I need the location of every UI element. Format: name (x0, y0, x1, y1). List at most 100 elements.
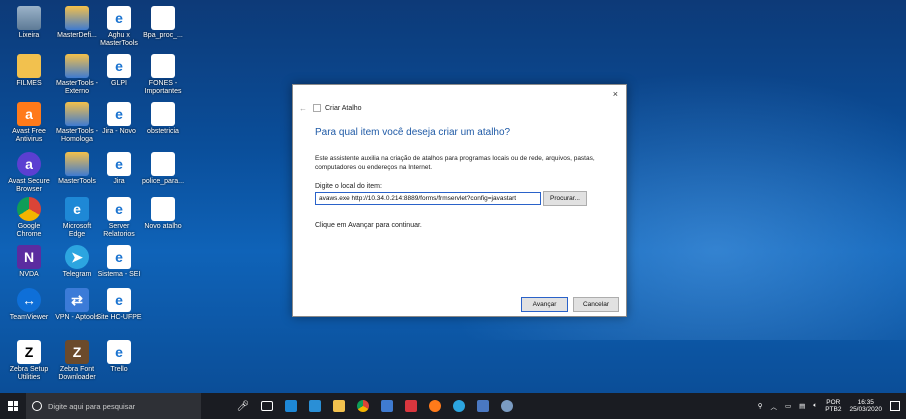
desktop-icon-label: Avast Secure Browser (8, 178, 50, 193)
desktop-icon-vpn[interactable]: ⇄ VPN - Aptools (54, 288, 100, 322)
desktop-icon-chrome[interactable]: Google Chrome (6, 197, 52, 239)
notification-icon[interactable] (890, 401, 900, 411)
desktop-icon-obstetricia[interactable]: obstetricia (140, 102, 186, 136)
desktop-icon-fones[interactable]: FONES - Importantes (140, 54, 186, 96)
desktop-icon-mastertools-homologa[interactable]: MasterTools - Homologa (54, 102, 100, 144)
desktop-icon-zebra-font[interactable]: Z Zebra Font Downloader (54, 340, 100, 382)
next-button[interactable]: Avançar (521, 297, 568, 312)
search-placeholder: Digite aqui para pesquisar (48, 401, 136, 411)
desktop-icon-trello[interactable]: e Trello (96, 340, 142, 374)
desktop-icon-lixeira[interactable]: Lixeira (6, 6, 52, 40)
desktop-icon-label: Lixeira (18, 32, 40, 39)
document-icon (151, 6, 175, 30)
edge-shortcut-icon: e (107, 288, 131, 312)
edge-shortcut-icon: e (107, 102, 131, 126)
people-icon[interactable]: ⚲ (758, 402, 763, 410)
desktop-icon-jira-novo[interactable]: e Jira - Novo (96, 102, 142, 136)
edge-shortcut-icon: e (107, 152, 131, 176)
desktop-icon-masterdefi[interactable]: MasterDefi... (54, 6, 100, 40)
desktop-icon-jira[interactable]: e Jira (96, 152, 142, 186)
browse-button[interactable]: Procurar... (543, 191, 587, 206)
network-icon[interactable]: ▤ (799, 402, 805, 410)
desktop-icon-avast[interactable]: a Avast Free Antivirus (6, 102, 52, 144)
edge-shortcut-icon: e (107, 197, 131, 221)
desktop-icon-label: Server Relatorios (103, 223, 135, 238)
desktop-icon-label: Jira (113, 178, 125, 185)
desktop-icon-aghu[interactable]: e Aghu x MasterTools (96, 6, 142, 48)
desktop-icon-label: Sistema - SEI (97, 271, 141, 278)
taskbar: Digite aqui para pesquisar 🎤︎ ⚲ ︿ ▭ ▤ 🔈︎… (0, 393, 906, 419)
task-view-icon[interactable] (255, 393, 279, 419)
close-button[interactable]: × (613, 89, 618, 99)
language-code: POR (826, 399, 841, 406)
desktop-icon-mastertools[interactable]: MasterTools (54, 152, 100, 186)
volume-icon[interactable]: 🔈︎ (813, 402, 817, 410)
settings-icon[interactable] (495, 393, 519, 419)
desktop-icon-teamviewer[interactable]: ↔ TeamViewer (6, 288, 52, 322)
desktop-icon-label: Microsoft Edge (62, 223, 92, 238)
teamviewer-icon: ↔ (17, 288, 41, 312)
desktop-icon-label: Zebra Font Downloader (58, 366, 96, 381)
dialog-title: Criar Atalho (313, 104, 362, 112)
desktop-icon-label: GLPI (111, 80, 127, 87)
desktop-icon-label: Bpa_proc_... (143, 32, 183, 39)
location-input[interactable]: avaws.exe http://10.34.0.214:8889/forms/… (315, 192, 541, 205)
desktop-icon-label: VPN - Aptools (55, 314, 99, 321)
desktop-icon-glpi[interactable]: e GLPI (96, 54, 142, 88)
nvda-icon: N (17, 245, 41, 269)
cancel-button[interactable]: Cancelar (573, 297, 619, 312)
desktop-icon-site-hc-ufpe[interactable]: e Site HC-UFPE (96, 288, 142, 322)
mastertools-icon (65, 54, 89, 78)
edge-shortcut-icon: e (107, 340, 131, 364)
desktop-icon-microsoft-edge[interactable]: e Microsoft Edge (54, 197, 100, 239)
telegram-icon[interactable] (447, 393, 471, 419)
clock-time: 16:35 (857, 399, 874, 406)
mastertools-icon (65, 152, 89, 176)
desktop-icon-nvda[interactable]: N NVDA (6, 245, 52, 279)
battery-icon[interactable]: ▭ (785, 402, 791, 410)
mastertools-icon[interactable] (375, 393, 399, 419)
back-arrow-icon[interactable]: ← (299, 104, 307, 113)
photos-icon[interactable] (399, 393, 423, 419)
desktop-icon-zebra-setup[interactable]: Z Zebra Setup Utilities (6, 340, 52, 382)
clock[interactable]: 16:35 25/03/2020 (849, 399, 882, 413)
desktop-icon-label: Telegram (62, 271, 92, 278)
desktop-icon-label: Novo atalho (144, 223, 182, 230)
desktop-icon-mastertools-externo[interactable]: MasterTools - Externo (54, 54, 100, 96)
file-explorer-icon[interactable] (327, 393, 351, 419)
continue-hint: Clique em Avançar para continuar. (315, 222, 422, 229)
desktop-icon-novo-atalho[interactable]: Novo atalho (140, 197, 186, 231)
desktop-icon-label: Trello (110, 366, 128, 373)
chrome-icon[interactable] (351, 393, 375, 419)
clock-date: 25/03/2020 (849, 406, 882, 413)
folder-icon (17, 54, 41, 78)
desktop-icon-filmes[interactable]: FILMES (6, 54, 52, 88)
language-indicator[interactable]: POR PTB2 (825, 399, 841, 413)
zebra-font-icon: Z (65, 340, 89, 364)
desktop-icon-label: MasterTools - Externo (55, 80, 98, 95)
desktop-icon-bpa-proc[interactable]: Bpa_proc_... (140, 6, 186, 40)
taskbar-search[interactable]: Digite aqui para pesquisar (26, 393, 201, 419)
calculator-icon[interactable] (471, 393, 495, 419)
avast-browser-icon: a (17, 152, 41, 176)
microphone-icon[interactable]: 🎤︎ (231, 393, 255, 419)
desktop-icon-label: MasterTools - Homologa (55, 128, 98, 143)
desktop-icon-sistema-sei[interactable]: e Sistema - SEI (96, 245, 142, 279)
desktop-icon-server-relatorios[interactable]: e Server Relatorios (96, 197, 142, 239)
edge-icon[interactable] (279, 393, 303, 419)
telegram-icon: ➤ (65, 245, 89, 269)
desktop-icon-label: FILMES (16, 80, 42, 87)
desktop-icon-police-para[interactable]: police_para... (140, 152, 186, 186)
desktop-icon-label: TeamViewer (9, 314, 49, 321)
desktop-icon-telegram[interactable]: ➤ Telegram (54, 245, 100, 279)
document-icon (151, 54, 175, 78)
avast-icon[interactable] (423, 393, 447, 419)
store-icon[interactable] (303, 393, 327, 419)
chevron-up-icon[interactable]: ︿ (770, 401, 777, 411)
start-button[interactable] (0, 393, 26, 419)
desktop-icon-avast-browser[interactable]: a Avast Secure Browser (6, 152, 52, 194)
keyboard-layout: PTB2 (825, 406, 842, 413)
desktop-icon-label: Zebra Setup Utilities (9, 366, 49, 381)
avast-icon: a (17, 102, 41, 126)
dialog-description: Este assistente auxilia na criação de at… (315, 155, 595, 171)
